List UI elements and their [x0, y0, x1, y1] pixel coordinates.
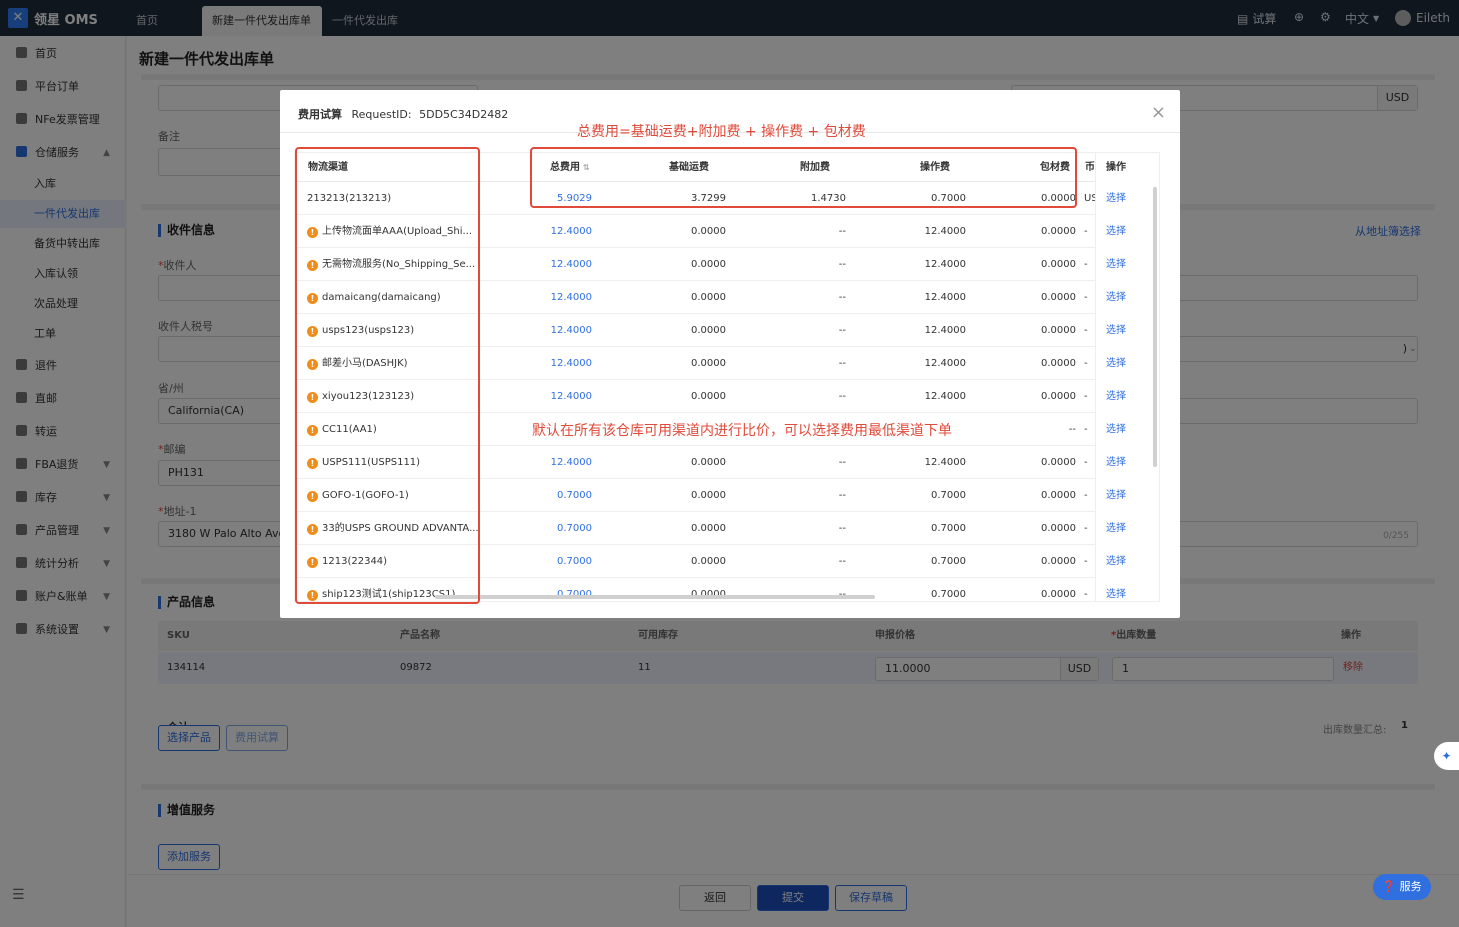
operate-cell: 12.4000 — [924, 259, 966, 270]
request-id-value: 5DD5C34D2482 — [419, 108, 509, 121]
extra-cell: -- — [838, 391, 846, 402]
horizontal-scrollbar[interactable] — [435, 595, 875, 599]
request-id-label: RequestID: — [351, 108, 412, 121]
extra-cell: -- — [838, 292, 846, 303]
select-channel-link[interactable]: 选择 — [1106, 281, 1126, 314]
total-cell[interactable]: 12.4000 — [510, 380, 592, 413]
packing-cell: 0.0000 — [1041, 292, 1076, 303]
extra-cell: -- — [838, 325, 846, 336]
total-cell[interactable]: 12.4000 — [510, 446, 592, 479]
formula-annotation: 总费用=基础运费+附加费 + 操作费 + 包材费 — [577, 124, 866, 140]
select-channel-link[interactable]: 选择 — [1106, 314, 1126, 347]
extra-cell: -- — [838, 490, 846, 501]
packing-cell: 0.0000 — [1041, 325, 1076, 336]
select-channel-link[interactable]: 选择 — [1106, 479, 1126, 512]
total-cell[interactable]: 0.7000 — [510, 512, 592, 545]
base-cell: 0.0000 — [691, 391, 726, 402]
fee-highlight-box — [530, 147, 1077, 208]
modal-header: 费用试算 RequestID: 5DD5C34D2482 — [298, 106, 508, 122]
packing-cell: 0.0000 — [1041, 457, 1076, 468]
select-channel-link[interactable]: 选择 — [1106, 182, 1126, 215]
base-cell: 0.0000 — [691, 490, 726, 501]
operate-cell: 12.4000 — [924, 391, 966, 402]
operate-cell: 12.4000 — [924, 325, 966, 336]
operate-cell: 12.4000 — [924, 457, 966, 468]
operate-cell: 12.4000 — [924, 226, 966, 237]
select-channel-link[interactable]: 选择 — [1106, 347, 1126, 380]
assistant-icon[interactable]: ✦ — [1434, 742, 1459, 770]
packing-cell: 0.0000 — [1041, 226, 1076, 237]
total-cell[interactable]: 12.4000 — [510, 215, 592, 248]
operate-cell: 12.4000 — [924, 292, 966, 303]
packing-cell: -- — [1068, 424, 1076, 435]
base-cell: 0.0000 — [691, 523, 726, 534]
total-cell[interactable]: 0.7000 — [510, 479, 592, 512]
operate-cell: 0.7000 — [931, 556, 966, 567]
total-cell[interactable]: 12.4000 — [510, 248, 592, 281]
service-button[interactable]: ❓ 服务 — [1373, 874, 1431, 900]
packing-cell: 0.0000 — [1041, 358, 1076, 369]
base-cell: 0.0000 — [691, 226, 726, 237]
extra-cell: -- — [838, 556, 846, 567]
extra-cell: -- — [838, 457, 846, 468]
help-icon: ❓ — [1382, 880, 1397, 893]
fee-trial-modal: 费用试算 RequestID: 5DD5C34D2482 × 物流渠道 总费用 ⇅… — [280, 90, 1180, 618]
packing-cell: 0.0000 — [1041, 259, 1076, 270]
select-channel-link[interactable]: 选择 — [1106, 512, 1126, 545]
extra-cell: -- — [838, 358, 846, 369]
select-channel-link[interactable]: 选择 — [1106, 545, 1126, 578]
extra-cell: -- — [838, 259, 846, 270]
base-cell: 0.0000 — [691, 259, 726, 270]
operate-cell: 0.7000 — [931, 523, 966, 534]
modal-title: 费用试算 — [298, 108, 342, 121]
close-icon[interactable]: × — [1151, 102, 1166, 123]
packing-cell: 0.0000 — [1041, 556, 1076, 567]
packing-cell: 0.0000 — [1041, 490, 1076, 501]
base-cell: 0.0000 — [691, 325, 726, 336]
operate-cell: 0.7000 — [931, 490, 966, 501]
service-label: 服务 — [1399, 880, 1422, 893]
packing-cell: 0.0000 — [1041, 589, 1076, 600]
total-cell[interactable]: 12.4000 — [510, 314, 592, 347]
vertical-scrollbar[interactable] — [1153, 187, 1157, 467]
channel-highlight-box — [295, 147, 480, 604]
operate-cell: 0.7000 — [931, 589, 966, 600]
base-cell: 0.0000 — [691, 457, 726, 468]
operate-cell: 12.4000 — [924, 358, 966, 369]
select-channel-link[interactable]: 选择 — [1106, 380, 1126, 413]
action-column: 操作 选择 选择 选择 选择 选择 选择 选择 选择 选择 选择 选择 选择 选择 — [1095, 153, 1159, 601]
note-annotation: 默认在所有该仓库可用渠道内进行比价，可以选择费用最低渠道下单 — [532, 423, 952, 439]
select-channel-link[interactable]: 选择 — [1106, 578, 1126, 601]
select-channel-link[interactable]: 选择 — [1106, 446, 1126, 479]
extra-cell: -- — [838, 523, 846, 534]
base-cell: 0.0000 — [691, 556, 726, 567]
select-channel-link[interactable]: 选择 — [1106, 215, 1126, 248]
base-cell: 0.0000 — [691, 358, 726, 369]
packing-cell: 0.0000 — [1041, 391, 1076, 402]
packing-cell: 0.0000 — [1041, 523, 1076, 534]
select-channel-link[interactable]: 选择 — [1106, 413, 1126, 446]
col-action: 操作 — [1106, 162, 1126, 173]
extra-cell: -- — [838, 226, 846, 237]
base-cell: 0.0000 — [691, 292, 726, 303]
total-cell[interactable]: 12.4000 — [510, 347, 592, 380]
col-currency: 币 — [1085, 162, 1095, 173]
total-cell[interactable]: 0.7000 — [510, 545, 592, 578]
select-channel-link[interactable]: 选择 — [1106, 248, 1126, 281]
total-cell[interactable]: 12.4000 — [510, 281, 592, 314]
